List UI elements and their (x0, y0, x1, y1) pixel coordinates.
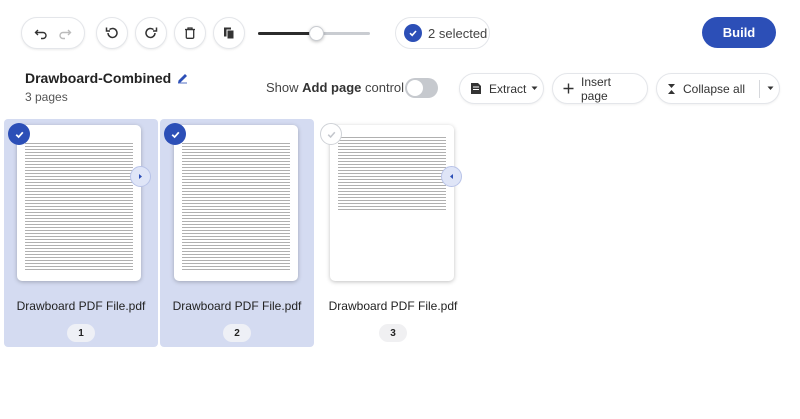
zoom-slider-thumb[interactable] (309, 26, 325, 41)
page-text-preview (182, 143, 290, 271)
page-unselected-check-icon[interactable] (320, 123, 342, 145)
extract-icon (470, 82, 482, 95)
trash-icon (183, 26, 197, 40)
page-filename: Drawboard PDF File.pdf (16, 299, 146, 313)
selection-indicator[interactable]: 2 selected (395, 17, 490, 49)
page-thumbnail[interactable] (174, 125, 298, 281)
page-filename: Drawboard PDF File.pdf (172, 299, 302, 313)
redo-icon[interactable] (58, 26, 72, 40)
chevron-down-icon (531, 86, 538, 91)
page-card-3[interactable]: Drawboard PDF File.pdf 3 (316, 119, 470, 347)
rotate-right-button[interactable] (135, 17, 167, 49)
collapse-dropdown-divider (759, 79, 761, 98)
page-count: 3 pages (25, 90, 68, 104)
page-filename: Drawboard PDF File.pdf (328, 299, 458, 313)
undo-icon[interactable] (34, 26, 48, 40)
selected-count-text: 2 selected (428, 25, 488, 41)
page-thumbnail[interactable] (17, 125, 141, 281)
copy-pages-icon (222, 26, 236, 40)
toolbar: 2 selected Build (0, 0, 800, 64)
move-left-arrow-icon[interactable] (441, 166, 462, 187)
chevron-down-icon[interactable] (767, 86, 774, 91)
page-card-2[interactable]: Drawboard PDF File.pdf 2 (160, 119, 314, 347)
build-button[interactable]: Build (702, 17, 776, 48)
page-text-preview (25, 143, 133, 271)
add-page-control-toggle[interactable] (405, 78, 438, 98)
document-title-row: Drawboard-Combined (25, 70, 189, 86)
zoom-slider-fill (258, 32, 317, 35)
rotate-left-button[interactable] (96, 17, 128, 49)
check-icon (404, 24, 422, 42)
add-page-control-label: Show Add page control (266, 80, 405, 95)
collapse-all-button[interactable]: Collapse all (656, 73, 780, 104)
page-thumbnail[interactable] (330, 125, 454, 281)
undo-redo-group (21, 17, 85, 49)
collapse-icon (667, 83, 676, 95)
page-number-badge: 1 (67, 324, 95, 342)
edit-pencil-icon[interactable] (176, 72, 189, 85)
page-selected-check-icon[interactable] (8, 123, 30, 145)
rotate-left-icon (105, 26, 119, 40)
extract-button[interactable]: Extract (459, 73, 544, 104)
document-title: Drawboard-Combined (25, 70, 172, 86)
delete-button[interactable] (174, 17, 206, 49)
page-card-1[interactable]: Drawboard PDF File.pdf 1 (4, 119, 158, 347)
move-right-arrow-icon[interactable] (130, 166, 151, 187)
page-number-badge: 3 (379, 324, 407, 342)
rotate-right-icon (144, 26, 158, 40)
insert-page-button[interactable]: Insert page (552, 73, 648, 104)
copy-pages-button[interactable] (213, 17, 245, 49)
plus-icon (563, 83, 574, 94)
toggle-knob (407, 80, 423, 96)
page-text-preview (338, 137, 446, 211)
page-number-badge: 2 (223, 324, 251, 342)
page-selected-check-icon[interactable] (164, 123, 186, 145)
